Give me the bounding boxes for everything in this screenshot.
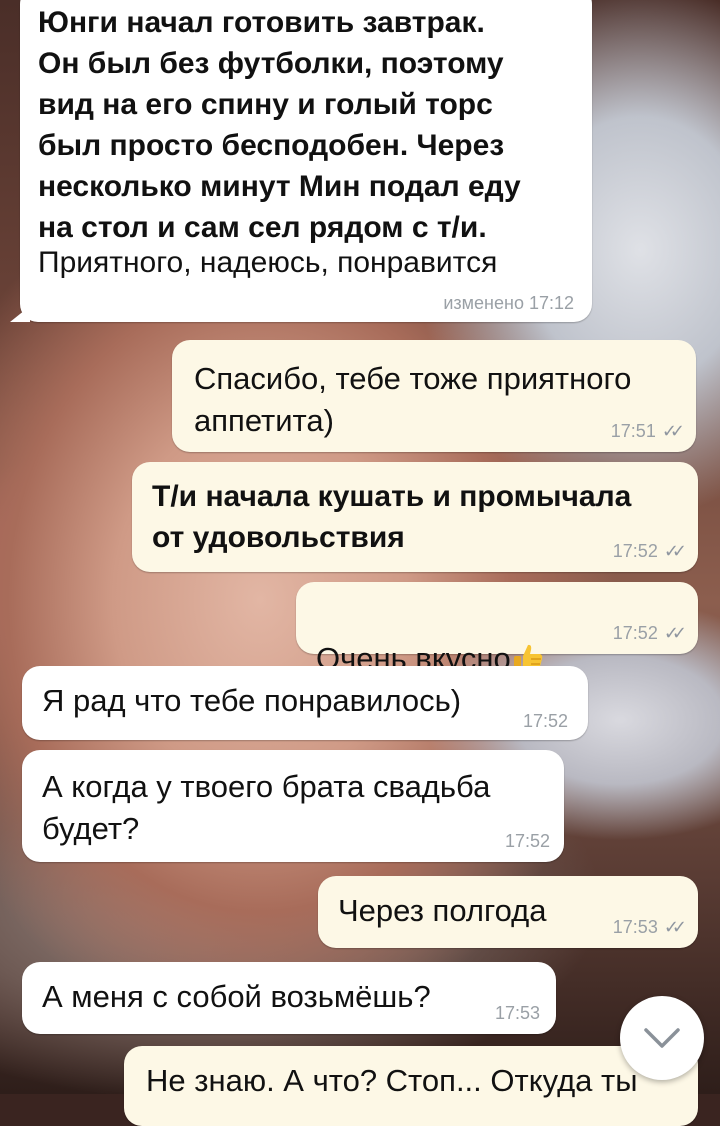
message-text: Юнги начал готовить завтрак. Он был без … <box>38 6 521 244</box>
message-time: 17:52 <box>522 711 568 731</box>
message-bubble-outgoing[interactable]: Не знаю. А что? Стоп... Откуда ты <box>124 1046 698 1126</box>
read-ticks-icon: ✓✓ <box>661 421 685 441</box>
message-bubble-outgoing[interactable]: Через полгода 17:53 ✓✓ <box>318 876 698 948</box>
read-ticks-icon: ✓✓ <box>663 541 687 561</box>
read-ticks-icon: ✓✓ <box>663 623 687 643</box>
message-text-extra: Приятного, надеюсь, понравится <box>38 246 498 279</box>
message-text: Через полгода <box>338 893 547 928</box>
read-ticks-icon: ✓✓ <box>663 917 687 937</box>
message-time: 17:53 ✓✓ <box>612 917 687 938</box>
message-bubble-outgoing[interactable]: Спасибо, тебе тоже приятного аппетита) 1… <box>172 340 696 452</box>
message-text: А когда у твоего брата свадьба будет? <box>42 769 491 846</box>
message-time: 17:51 ✓✓ <box>610 421 685 442</box>
message-time-value: 17:51 <box>610 421 656 441</box>
message-time: 17:52 <box>504 831 550 851</box>
message-text: Спасибо, тебе тоже приятного аппетита) <box>194 361 632 438</box>
message-bubble-incoming[interactable]: Я рад что тебе понравилось) 17:52 <box>22 666 588 740</box>
message-bubble-outgoing[interactable]: Очень вкусно 17:52 ✓✓ <box>296 582 698 676</box>
chevron-down-icon <box>644 1028 680 1048</box>
message-bubble-incoming[interactable]: Юнги начал готовить завтрак. Он был без … <box>10 0 592 322</box>
message-time-value: 17:52 <box>612 623 658 643</box>
message-bubble-incoming[interactable]: А меня с собой возьмёшь? 17:53 <box>22 962 556 1034</box>
message-bubble-incoming[interactable]: А когда у твоего брата свадьба будет? 17… <box>22 750 564 862</box>
message-time: 17:52 ✓✓ <box>612 623 687 644</box>
message-time-value: 17:53 <box>612 917 658 937</box>
message-time-value: 17:52 <box>612 541 658 561</box>
scroll-to-bottom-button[interactable] <box>620 996 704 1080</box>
message-edited-time: изменено 17:12 <box>443 293 574 313</box>
message-text: Не знаю. А что? Стоп... Откуда ты <box>146 1063 638 1098</box>
message-text: Т/и начала кушать и промычала от удоволь… <box>152 480 632 554</box>
message-time: 17:52 ✓✓ <box>612 541 687 562</box>
message-time: 17:53 <box>494 1003 540 1023</box>
message-text: А меня с собой возьмёшь? <box>42 979 431 1014</box>
message-bubble-outgoing[interactable]: Т/и начала кушать и промычала от удоволь… <box>132 462 698 572</box>
message-text: Я рад что тебе понравилось) <box>42 683 462 718</box>
